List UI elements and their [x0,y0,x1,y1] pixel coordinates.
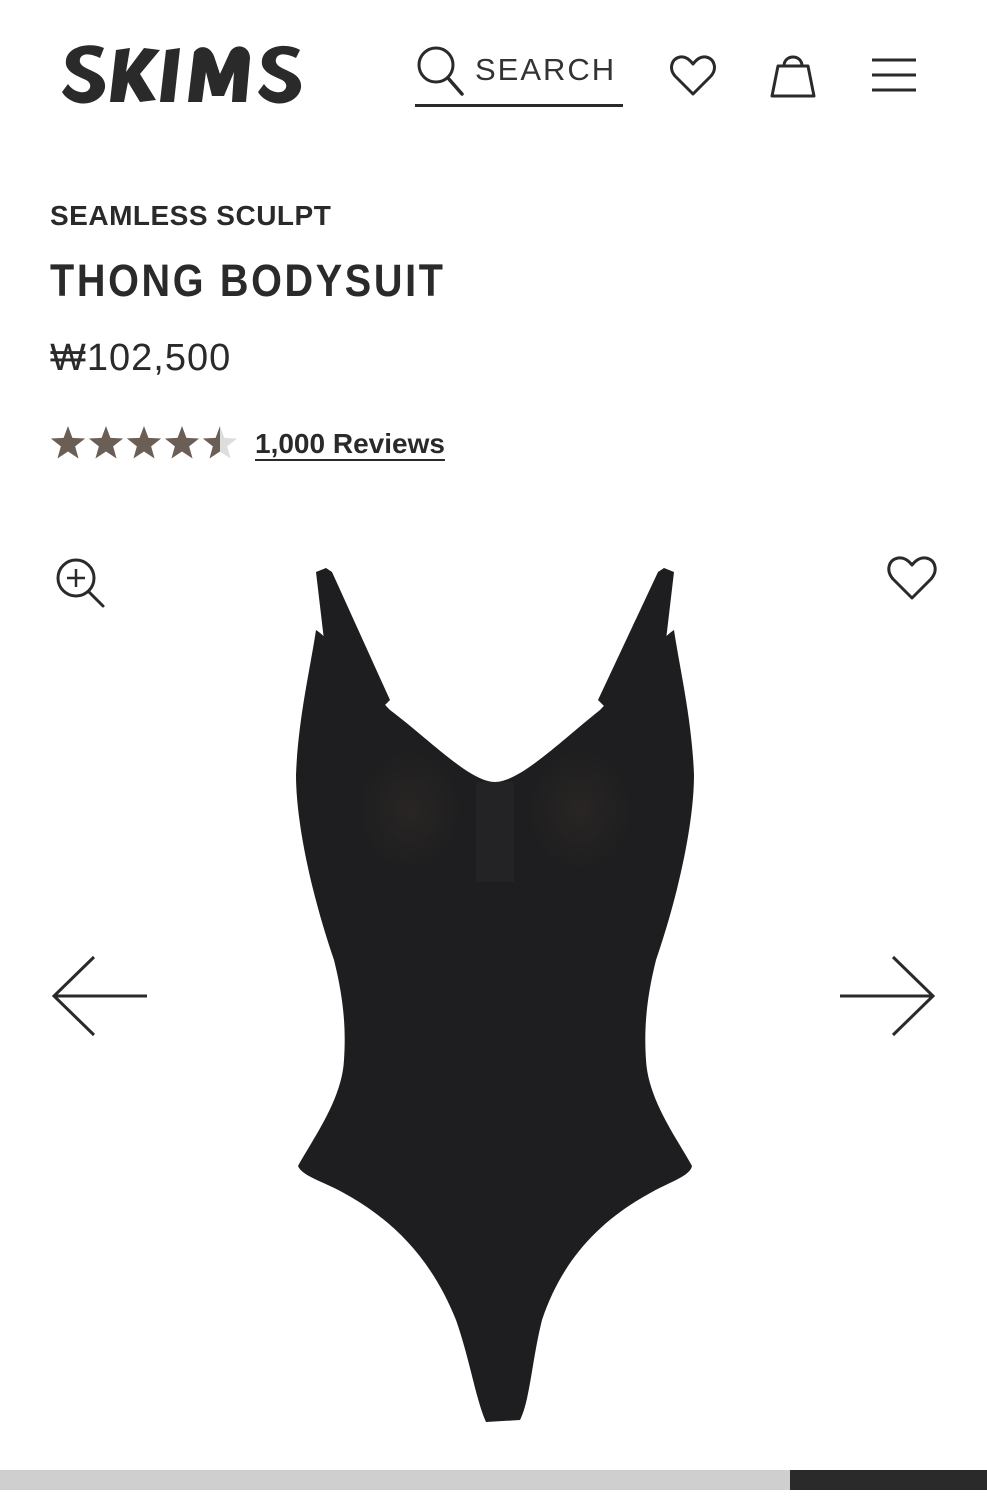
arrow-right-icon[interactable] [837,954,937,1038]
search-icon [417,46,464,96]
star-icon [88,426,124,459]
product-price: ₩102,500 [50,337,232,379]
heart-icon[interactable] [669,52,717,100]
gallery-progress-track [0,1470,987,1490]
reviews-link[interactable]: 1,000 Reviews [255,428,445,460]
product-title: THONG BODYSUIT [50,255,446,306]
gallery-progress-fill [789,1470,987,1490]
star-icon [50,426,86,459]
arrow-left-icon[interactable] [50,954,150,1038]
hamburger-menu-icon[interactable] [870,56,918,94]
skims-logo[interactable] [60,40,310,108]
search-bar[interactable]: SEARCH [415,44,623,107]
star-icon [126,426,162,459]
zoom-in-icon[interactable] [54,556,108,610]
star-icon [202,426,238,459]
star-rating [50,426,238,459]
star-icon [164,426,200,459]
product-collection: SEAMLESS SCULPT [50,200,332,231]
product-image[interactable] [280,560,710,1430]
shopping-bag-icon[interactable] [770,50,816,100]
logo-graphic [62,45,302,104]
search-label: SEARCH [475,52,617,87]
favorite-product-heart-icon[interactable] [886,552,938,604]
site-header: SEARCH [0,0,987,150]
